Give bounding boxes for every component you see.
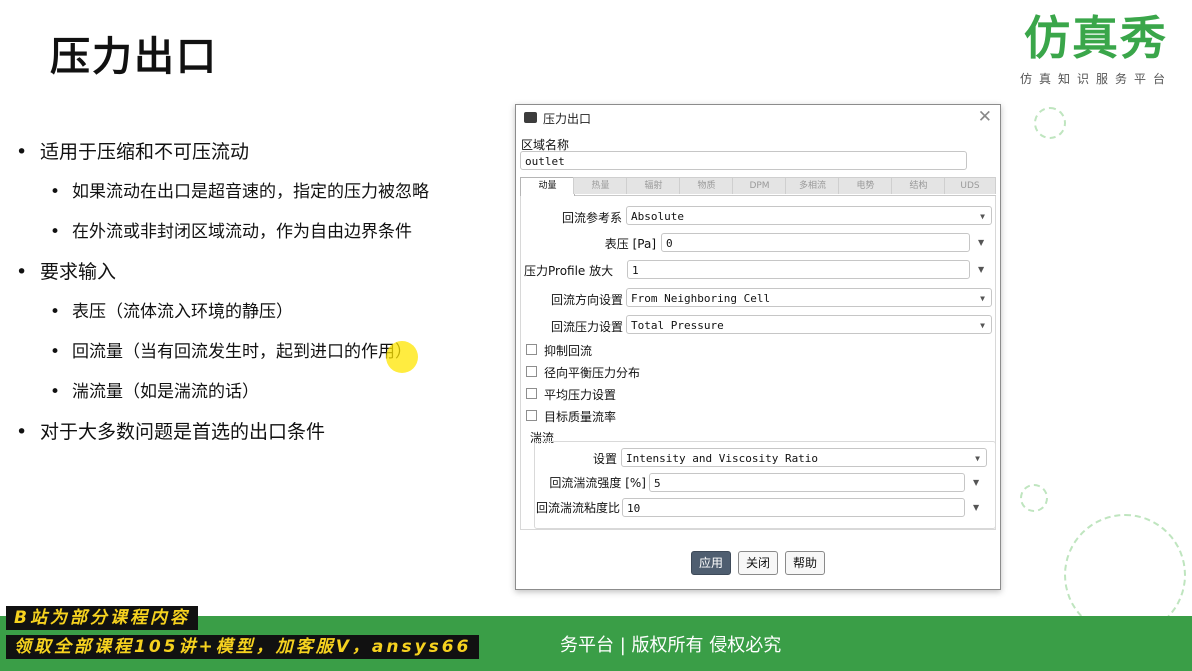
target-mass-flow-checkbox[interactable] (526, 410, 537, 421)
sub-bullet-item: 在外流或非封闭区域流动，作为自由边界条件 (14, 216, 504, 256)
tab-uds[interactable]: UDS (944, 177, 996, 194)
tab-structure[interactable]: 结构 (891, 177, 946, 194)
backflow-pressure-label: 回流压力设置 (550, 320, 623, 334)
gauge-pressure-input[interactable]: 0 (661, 233, 970, 252)
tab-multiphase[interactable]: 多相流 (785, 177, 840, 194)
gauge-pressure-label: 表压 [Pa] (604, 237, 656, 251)
bullet-list: 适用于压缩和不可压流动 如果流动在出口是超音速的，指定的压力被忽略 在外流或非封… (14, 136, 504, 456)
logo-subtitle: 仿真知识服务平台 (1019, 72, 1172, 86)
tab-potential[interactable]: 电势 (838, 177, 893, 194)
zone-name-input[interactable]: outlet (520, 151, 967, 170)
radial-equilibrium-checkbox[interactable] (526, 366, 537, 377)
pressure-profile-label: 压力Profile 放大 (524, 264, 614, 278)
dialog-title: 压力出口 (543, 112, 592, 126)
dialog-titlebar[interactable]: 压力出口 ✕ (516, 105, 1000, 131)
sub-bullet-item: 表压（流体流入环境的静压） (14, 296, 504, 336)
chevron-down-icon[interactable]: ▼ (978, 265, 984, 274)
target-mass-flow-label: 目标质量流率 (544, 410, 617, 424)
bullet-item: 对于大多数问题是首选的出口条件 (14, 416, 504, 456)
backflow-reference-dropdown[interactable]: Absolute (626, 206, 992, 226)
promo-banner-1: B站为部分课程内容 (6, 606, 198, 630)
backflow-intensity-label: 回流湍流强度 [%] (549, 476, 646, 490)
logo: 仿真秀 仿真知识服务平台 (1016, 12, 1176, 87)
average-pressure-label: 平均压力设置 (544, 388, 617, 402)
help-button[interactable]: 帮助 (785, 551, 825, 575)
chevron-down-icon[interactable]: ▼ (973, 503, 979, 512)
promo-banner-2: 领取全部课程105讲+模型，加客服V，ansys66 (6, 635, 480, 659)
pressure-outlet-dialog: 压力出口 ✕ 区域名称 outlet 动量 热量 辐射 物质 DPM 多相流 电… (515, 104, 1001, 590)
slide-title: 压力出口 (50, 34, 218, 80)
backflow-direction-dropdown[interactable]: From Neighboring Cell (626, 288, 992, 308)
backflow-intensity-input[interactable]: 5 (649, 473, 965, 492)
turbulence-method-dropdown[interactable]: Intensity and Viscosity Ratio (621, 448, 987, 468)
bullet-item: 适用于压缩和不可压流动 (14, 136, 504, 176)
decorative-circle (1020, 484, 1048, 512)
average-pressure-checkbox[interactable] (526, 388, 537, 399)
sub-bullet-item: 如果流动在出口是超音速的，指定的压力被忽略 (14, 176, 504, 216)
chevron-down-icon[interactable]: ▼ (978, 238, 984, 247)
chevron-down-icon[interactable]: ▼ (973, 478, 979, 487)
backflow-viscosity-ratio-label: 回流湍流粘度比 (535, 501, 620, 515)
backflow-pressure-dropdown[interactable]: Total Pressure (626, 315, 992, 335)
decorative-circle (1034, 107, 1066, 139)
suppress-backflow-checkbox[interactable] (526, 344, 537, 355)
tab-bar: 动量 热量 辐射 物质 DPM 多相流 电势 结构 UDS (520, 177, 996, 196)
turbulence-method-label: 设置 (592, 452, 617, 466)
bullet-item: 要求输入 (14, 256, 504, 296)
app-icon (524, 112, 537, 123)
tab-dpm[interactable]: DPM (732, 177, 787, 194)
apply-button[interactable]: 应用 (691, 551, 731, 575)
tab-radiation[interactable]: 辐射 (626, 177, 681, 194)
logo-main-text: 仿真秀 (1024, 11, 1168, 65)
cursor-highlight (386, 341, 418, 373)
backflow-viscosity-ratio-input[interactable]: 10 (622, 498, 965, 517)
footer-text: 务平台 | 版权所有 侵权必究 (560, 635, 782, 656)
sub-bullet-item: 回流量（当有回流发生时，起到进口的作用） (14, 336, 504, 376)
tab-species[interactable]: 物质 (679, 177, 734, 194)
tab-thermal[interactable]: 热量 (573, 177, 628, 194)
pressure-profile-input[interactable]: 1 (627, 260, 970, 279)
radial-equilibrium-label: 径向平衡压力分布 (544, 366, 641, 380)
tab-momentum[interactable]: 动量 (520, 177, 575, 196)
sub-bullet-item: 湍流量（如是湍流的话） (14, 376, 504, 416)
close-icon[interactable]: ✕ (978, 107, 992, 127)
backflow-direction-label: 回流方向设置 (550, 293, 623, 307)
close-button[interactable]: 关闭 (738, 551, 778, 575)
suppress-backflow-label: 抑制回流 (544, 344, 593, 358)
backflow-reference-label: 回流参考系 (561, 211, 622, 225)
